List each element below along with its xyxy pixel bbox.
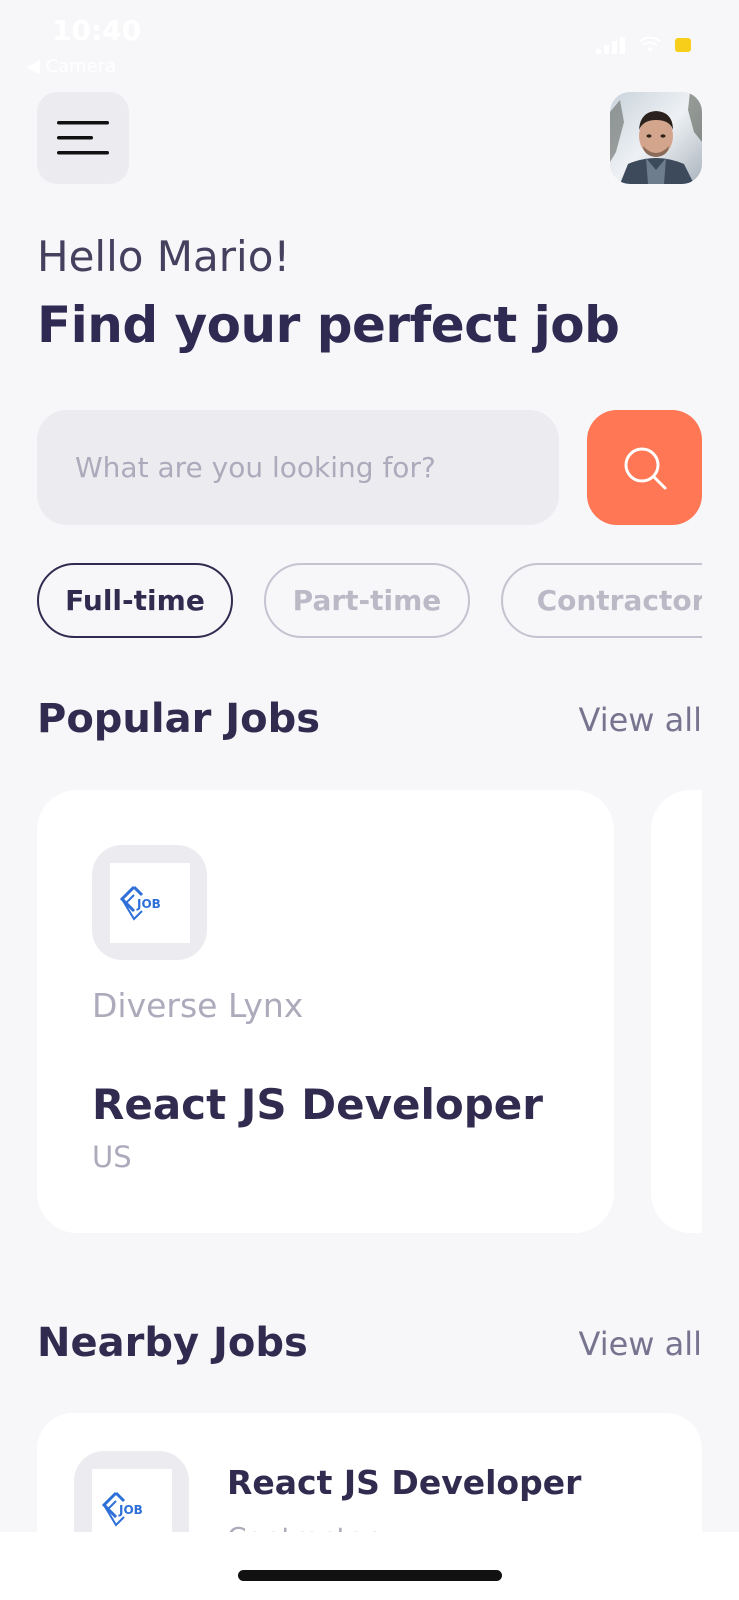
logo-text: JOB [118, 1503, 143, 1517]
status-bar: 10:40 ◀ Camera [0, 0, 739, 80]
company-name: Diverse Lynx [92, 986, 304, 1025]
home-indicator[interactable] [238, 1570, 502, 1581]
chip-contractor[interactable]: Contractor [501, 563, 702, 638]
popular-jobs-title: Popular Jobs [37, 696, 321, 742]
back-to-camera-link[interactable]: ◀ Camera [26, 56, 116, 77]
job-logo-icon: JOB [119, 885, 161, 921]
profile-photo [610, 92, 702, 184]
chip-full-time[interactable]: Full-time [37, 563, 233, 638]
status-icons [596, 36, 691, 54]
nearby-jobs-title: Nearby Jobs [37, 1320, 308, 1366]
menu-icon [57, 121, 109, 155]
logo-text: JOB [136, 897, 161, 911]
nearby-view-all-link[interactable]: View all [579, 1325, 703, 1363]
chip-part-time[interactable]: Part-time [264, 563, 470, 638]
menu-button[interactable] [37, 92, 129, 184]
job-location: US [92, 1140, 132, 1174]
company-logo: JOB [92, 845, 207, 960]
search-input[interactable] [75, 451, 559, 484]
status-time: 10:40 [52, 14, 142, 47]
greeting: Hello Mario! [37, 232, 291, 281]
search-icon [624, 447, 666, 489]
search-button[interactable] [587, 410, 702, 525]
search-field[interactable] [37, 410, 559, 525]
popular-view-all-link[interactable]: View all [579, 701, 703, 739]
battery-icon [675, 38, 691, 52]
page-title: Find your perfect job [37, 296, 620, 354]
bottom-safe-area [0, 1532, 739, 1600]
popular-job-card-next[interactable] [651, 790, 702, 1233]
popular-job-card[interactable]: JOB Diverse Lynx React JS Developer US [37, 790, 614, 1233]
wifi-icon [639, 37, 661, 52]
job-title: React JS Developer [227, 1463, 582, 1502]
avatar[interactable] [610, 92, 702, 184]
job-type-filters: Full-time Part-time Contractor [37, 563, 702, 638]
signal-icon [596, 36, 625, 54]
job-logo-icon: JOB [101, 1491, 143, 1527]
popular-jobs-carousel[interactable]: JOB Diverse Lynx React JS Developer US [37, 790, 702, 1233]
job-title: React JS Developer [92, 1080, 543, 1129]
